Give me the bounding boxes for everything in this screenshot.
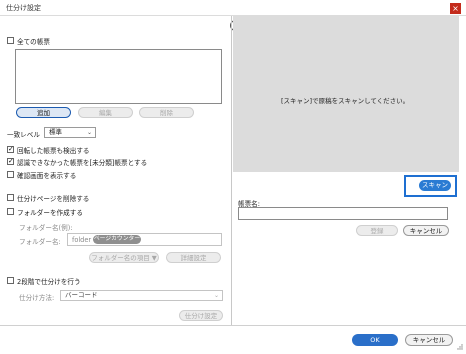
- show-confirm-label: 確認画面を表示する: [17, 172, 77, 180]
- edit-button[interactable]: 編集: [78, 107, 133, 118]
- page-counter-chip[interactable]: ページカウンター: [93, 235, 141, 244]
- right-cancel-button[interactable]: キャンセル: [403, 225, 449, 236]
- scan-preview-area: [233, 16, 459, 172]
- footer-divider: [0, 325, 466, 326]
- show-confirm-checkbox[interactable]: [7, 171, 14, 178]
- sort-method-value: バーコード: [65, 291, 98, 299]
- sort-method-label: 仕分け方法:: [19, 294, 55, 302]
- close-button[interactable]: ×: [450, 3, 461, 14]
- sort-method-select[interactable]: バーコード ⌄: [60, 290, 223, 301]
- delete-pages-checkbox[interactable]: [7, 194, 14, 201]
- forms-list[interactable]: [15, 49, 222, 104]
- scan-button[interactable]: スキャン: [419, 180, 451, 191]
- folder-example-label: フォルダー名(例):: [19, 224, 73, 232]
- chevron-down-icon: ⌄: [213, 292, 219, 299]
- resize-grip-icon[interactable]: [455, 343, 463, 351]
- window-title: 仕分け設定: [6, 4, 41, 12]
- title-bar: [0, 0, 466, 16]
- form-name-input[interactable]: [238, 207, 448, 220]
- folder-name-label: フォルダー名:: [19, 238, 61, 246]
- detect-rotated-checkbox[interactable]: [7, 145, 14, 153]
- delete-pages-label: 仕分けページを削除する: [17, 195, 90, 203]
- folder-prefix-text: folder: [72, 236, 92, 244]
- preview-message: [スキャン]で原稿をスキャンしてください。: [281, 97, 410, 105]
- match-level-label: 一致レベル: [7, 131, 40, 139]
- create-folder-label: フォルダーを作成する: [17, 209, 83, 217]
- unrecognized-unclassified-label: 認識できなかった帳票を[未分類]帳票とする: [17, 159, 148, 167]
- panel-divider: [231, 16, 232, 326]
- add-button[interactable]: 追加: [16, 107, 71, 118]
- ok-button[interactable]: OK: [352, 334, 398, 346]
- cancel-button[interactable]: キャンセル: [405, 334, 453, 346]
- detect-rotated-label: 回転した帳票も検出する: [17, 147, 90, 155]
- match-level-value: 標準: [49, 128, 62, 136]
- folder-name-item-button[interactable]: フォルダー名の項目 ▼: [89, 252, 159, 263]
- sort-settings-button[interactable]: 仕分け設定: [179, 310, 223, 321]
- two-stage-label: 2段階で仕分けを行う: [17, 278, 81, 286]
- chevron-down-icon: ⌄: [86, 129, 92, 136]
- register-button[interactable]: 登録: [356, 225, 398, 236]
- delete-button[interactable]: 削除: [139, 107, 194, 118]
- all-forms-label: 全ての帳票: [17, 38, 50, 46]
- two-stage-checkbox[interactable]: [7, 277, 14, 284]
- all-forms-checkbox[interactable]: [7, 37, 14, 44]
- create-folder-checkbox[interactable]: [7, 208, 14, 215]
- unrecognized-unclassified-checkbox[interactable]: [7, 157, 14, 165]
- detail-settings-button[interactable]: 詳細設定: [166, 252, 221, 263]
- match-level-select[interactable]: 標準 ⌄: [44, 127, 96, 138]
